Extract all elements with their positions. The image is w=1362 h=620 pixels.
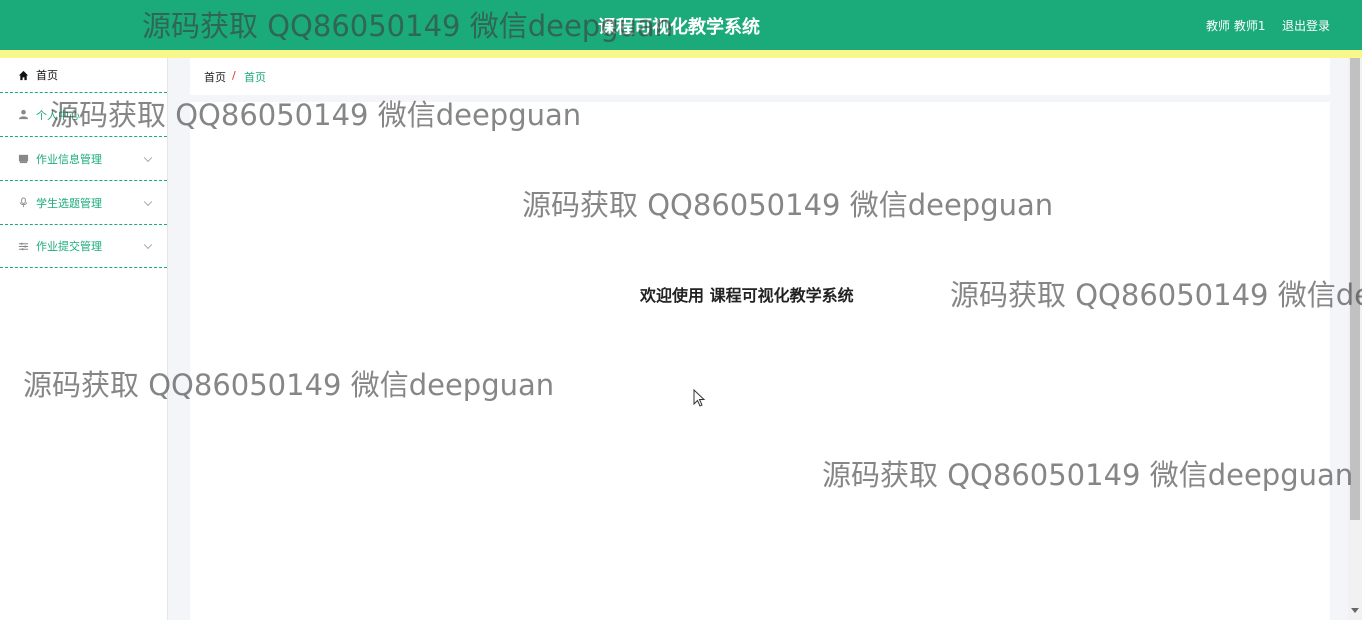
main-content: 欢迎使用 课程可视化教学系统 bbox=[190, 102, 1330, 620]
sidebar-item-homework-info[interactable]: 作业信息管理 bbox=[0, 137, 167, 181]
sidebar-item-label: 个人中心 bbox=[36, 108, 80, 122]
breadcrumb-current: 首页 bbox=[244, 71, 266, 84]
header-accent-stripe bbox=[0, 50, 1362, 58]
content-divider bbox=[190, 95, 1330, 102]
home-icon bbox=[17, 69, 29, 81]
logout-link[interactable]: 退出登录 bbox=[1282, 17, 1330, 34]
microphone-icon bbox=[17, 197, 29, 209]
mouse-cursor-icon bbox=[693, 389, 706, 407]
top-header: 课程可视化教学系统 教师 教师1 退出登录 bbox=[0, 0, 1362, 50]
sliders-icon bbox=[17, 240, 29, 252]
user-info: 教师 教师1 bbox=[1206, 19, 1266, 33]
sidebar-item-label: 作业信息管理 bbox=[36, 152, 102, 166]
sidebar: 首页 个人中心 作业信息管理 学生选题管理 作业提交管理 bbox=[0, 58, 168, 620]
chevron-down-icon bbox=[143, 197, 153, 206]
content-gutter bbox=[168, 58, 190, 620]
chevron-down-icon bbox=[143, 153, 153, 162]
scroll-down-arrow-icon[interactable] bbox=[1351, 608, 1359, 613]
sidebar-item-topic-selection[interactable]: 学生选题管理 bbox=[0, 181, 167, 225]
chevron-down-icon bbox=[143, 240, 153, 250]
sidebar-item-label: 作业提交管理 bbox=[36, 240, 102, 253]
breadcrumb-separator: / bbox=[232, 69, 236, 82]
sidebar-item-home[interactable]: 首页 bbox=[0, 58, 167, 93]
sidebar-item-label: 首页 bbox=[36, 69, 58, 82]
scrollbar-thumb[interactable] bbox=[1350, 58, 1360, 520]
folder-icon bbox=[17, 153, 29, 165]
breadcrumb-home-link[interactable]: 首页 bbox=[204, 69, 226, 85]
sidebar-item-homework-submission[interactable]: 作业提交管理 bbox=[0, 225, 167, 268]
welcome-message: 欢迎使用 课程可视化教学系统 bbox=[640, 286, 854, 305]
sidebar-item-label: 学生选题管理 bbox=[36, 196, 102, 210]
sidebar-item-profile[interactable]: 个人中心 bbox=[0, 93, 167, 137]
breadcrumb: 首页 / 首页 bbox=[190, 58, 1330, 95]
app-title: 课程可视化教学系统 bbox=[598, 17, 760, 38]
user-icon bbox=[17, 109, 29, 121]
